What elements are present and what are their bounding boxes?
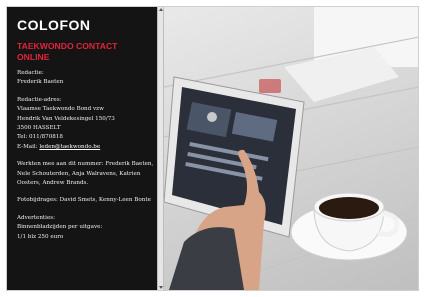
contributors-block: Werkten mee aan dit nummer: Frederik Bae… (17, 160, 157, 188)
photos-block: Fotobijdrages: David Smets, Kenny-Leen B… (17, 196, 157, 205)
photos-credit-text: Fotobijdrages: David Smets, Kenny-Leen B… (17, 197, 151, 204)
scroll-up-icon[interactable] (159, 8, 163, 11)
vertical-scrollbar[interactable] (157, 7, 164, 290)
page-title: COLOFON (17, 17, 91, 33)
ads-line-1: Binnenbladzijden per uitgave: (17, 224, 103, 231)
redactie-label: Redactie: (17, 70, 44, 76)
address-block: Redactie-adres: Vlaamse Taekwondo Bond v… (17, 96, 157, 152)
contributors-text: Werkten mee aan dit nummer: Frederik Bae… (17, 161, 154, 187)
redactie-name: Frederik Baeten (17, 79, 64, 86)
address-city: 3500 HASSELT (17, 125, 61, 132)
scroll-down-icon[interactable] (159, 286, 163, 289)
red-object (259, 79, 281, 93)
colofon-panel: COLOFON TAEKWONDO CONTACT ONLINE Redacti… (7, 7, 157, 290)
ads-label: Advertenties: (17, 214, 56, 221)
phone-text: Tel: 011/870818 (17, 134, 63, 141)
redactie-block: Redactie: Frederik Baeten (17, 69, 157, 88)
coffee-cup-icon (290, 192, 408, 261)
email-prefix: E-Mail: (17, 143, 40, 150)
address-street: Hendrik Van Veldekesingel 150/73 (17, 115, 115, 122)
address-org: Vlaamse Taekwondo Bond vzw (17, 106, 104, 113)
page-subtitle: TAEKWONDO CONTACT ONLINE (17, 41, 118, 62)
address-label: Redactie-adres: (17, 96, 62, 103)
email-link[interactable]: leden@taekwondo.be (39, 144, 100, 150)
ads-block: Advertenties: Binnenbladzijden per uitga… (17, 214, 157, 242)
document-frame: COLOFON TAEKWONDO CONTACT ONLINE Redacti… (6, 6, 419, 291)
ads-line-2: 1/1 blz 250 euro (17, 233, 64, 240)
photo-illustration (164, 7, 418, 290)
email-line: E-Mail: leden@taekwondo.be (17, 143, 157, 152)
tablet-coffee-photo (164, 7, 418, 290)
